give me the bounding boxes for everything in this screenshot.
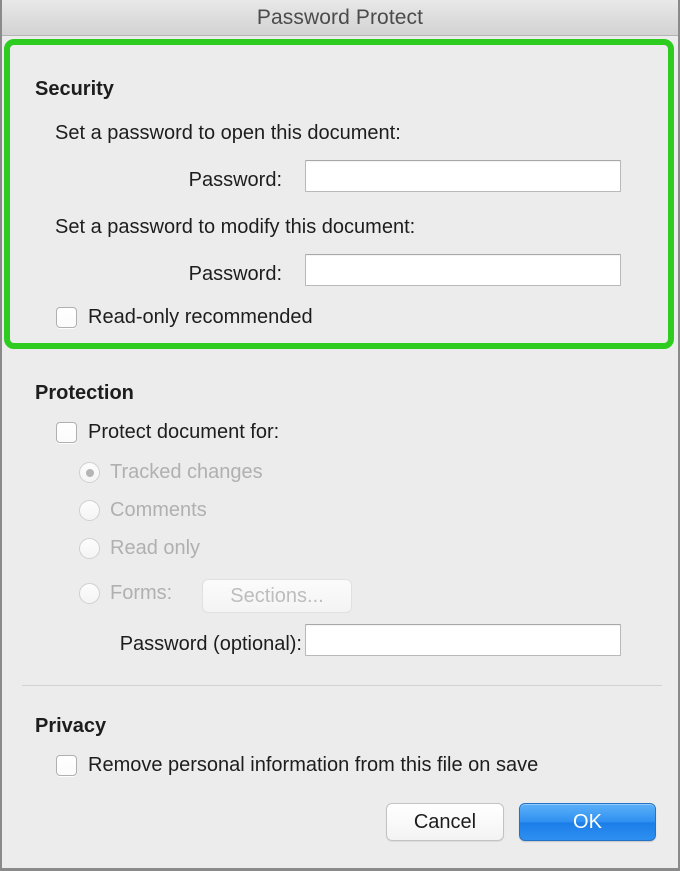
sections-button[interactable]: Sections... xyxy=(202,579,352,613)
forms-label: Forms: xyxy=(110,582,173,604)
modify-password-input[interactable] xyxy=(305,254,621,286)
remove-personal-info-checkbox[interactable] xyxy=(56,755,77,776)
radio-read-only[interactable]: Read only xyxy=(79,537,200,560)
open-password-input[interactable] xyxy=(305,160,621,192)
radio-forms[interactable]: Forms: xyxy=(79,582,172,605)
privacy-separator xyxy=(22,685,662,686)
radio-comments[interactable]: Comments xyxy=(79,499,207,522)
tracked-changes-label: Tracked changes xyxy=(110,461,263,483)
ok-button[interactable]: OK xyxy=(519,803,656,841)
open-password-prompt: Set a password to open this document: xyxy=(55,122,401,144)
cancel-button[interactable]: Cancel xyxy=(386,803,504,841)
security-heading: Security xyxy=(35,78,114,100)
remove-personal-info-label: Remove personal information from this fi… xyxy=(88,754,539,776)
read-only-recommended-label: Read-only recommended xyxy=(88,306,313,328)
remove-personal-info-checkbox-row[interactable]: Remove personal information from this fi… xyxy=(56,754,538,777)
modify-password-label: Password: xyxy=(188,263,282,285)
forms-radio[interactable] xyxy=(79,583,100,604)
open-password-label: Password: xyxy=(188,169,282,191)
privacy-heading: Privacy xyxy=(35,715,107,737)
comments-radio[interactable] xyxy=(79,500,100,521)
comments-label: Comments xyxy=(110,499,207,521)
read-only-radio[interactable] xyxy=(79,538,100,559)
dialog-titlebar: Password Protect xyxy=(2,0,678,36)
tracked-changes-radio[interactable] xyxy=(79,462,100,483)
protect-document-checkbox[interactable] xyxy=(56,422,77,443)
modify-password-prompt: Set a password to modify this document: xyxy=(55,216,416,238)
protection-heading: Protection xyxy=(35,382,134,404)
dialog-title: Password Protect xyxy=(256,5,424,29)
optional-password-input[interactable] xyxy=(305,624,621,656)
protect-document-checkbox-row[interactable]: Protect document for: xyxy=(56,421,279,444)
read-only-recommended-checkbox[interactable] xyxy=(56,307,77,328)
dialog-body: Security Set a password to open this doc… xyxy=(2,36,678,868)
password-protect-dialog: Password Protect Security Set a password… xyxy=(0,0,680,871)
radio-tracked-changes[interactable]: Tracked changes xyxy=(79,461,263,484)
optional-password-label: Password (optional): xyxy=(119,633,302,655)
read-only-label: Read only xyxy=(110,537,201,559)
read-only-recommended-checkbox-row[interactable]: Read-only recommended xyxy=(56,306,313,329)
protect-document-label: Protect document for: xyxy=(88,421,280,443)
